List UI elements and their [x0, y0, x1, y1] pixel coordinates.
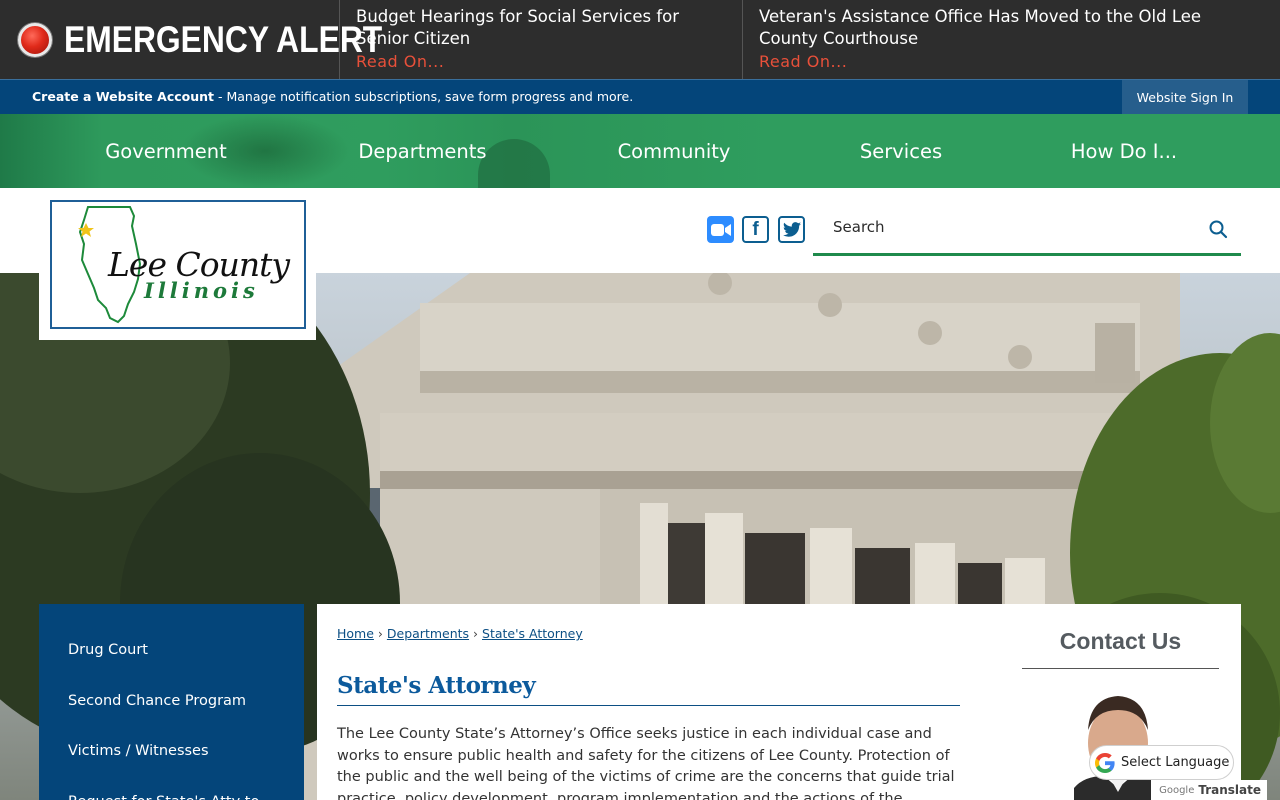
alert-item[interactable]: Veteran's Assistance Office Has Moved to… — [743, 0, 1280, 79]
sidebar-navigation: Drug Court Second Chance Program Victims… — [39, 604, 304, 800]
sidebar-item-drug-court[interactable]: Drug Court — [39, 628, 304, 679]
sidebar-item-second-chance-program[interactable]: Second Chance Program — [39, 679, 304, 730]
main-navigation: Government Departments Community Service… — [0, 114, 1280, 188]
nav-services[interactable]: Services — [845, 114, 957, 188]
website-sign-in-button[interactable]: Website Sign In — [1122, 80, 1248, 114]
nav-how-do-i[interactable]: How Do I... — [1058, 114, 1190, 188]
contact-photo — [1074, 688, 1162, 800]
emergency-alert-heading[interactable]: EMERGENCY ALERT — [0, 0, 382, 79]
county-logo[interactable]: Lee County Illinois — [39, 188, 316, 340]
twitter-bird-icon — [782, 222, 801, 237]
twitter-icon[interactable] — [778, 216, 805, 243]
translate-wordmark: Translate — [1198, 783, 1261, 797]
sidebar-item-request-states-atty[interactable]: Request for State's Atty to — [39, 780, 304, 800]
breadcrumb: Home › Departments › State's Attorney — [337, 626, 583, 641]
breadcrumb-separator: › — [473, 626, 479, 641]
emergency-alert-bar: EMERGENCY ALERT Budget Hearings for Soci… — [0, 0, 1280, 79]
alert-light-icon — [18, 22, 52, 57]
nav-community[interactable]: Community — [600, 114, 748, 188]
account-bar: Create a Website Account - Manage notifi… — [0, 79, 1280, 114]
account-message: Create a Website Account - Manage notifi… — [32, 89, 633, 104]
contact-person-photo — [1074, 696, 1162, 800]
logo-frame: Lee County Illinois — [50, 200, 306, 329]
logo-text-state: Illinois — [144, 278, 259, 303]
powered-by-google-translate: Google Translate — [1151, 780, 1267, 800]
search-icon[interactable] — [1208, 219, 1228, 239]
nav-government[interactable]: Government — [80, 114, 252, 188]
sidebar-item-victims-witnesses[interactable]: Victims / Witnesses — [39, 729, 304, 780]
zoom-icon[interactable] — [707, 216, 734, 243]
contact-us-heading: Contact Us — [1022, 628, 1219, 669]
translate-language-select[interactable]: Select Language — [1089, 745, 1234, 780]
alert-item-title[interactable]: Budget Hearings for Social Services for … — [356, 6, 726, 50]
zoom-camera-icon — [710, 223, 731, 236]
alert-item-title[interactable]: Veteran's Assistance Office Has Moved to… — [759, 6, 1264, 50]
page-title: State's Attorney — [337, 672, 960, 706]
google-g-icon — [1095, 752, 1115, 773]
page-body-text: The Lee County State’s Attorney’s Office… — [337, 726, 955, 800]
account-description: - Manage notification subscriptions, sav… — [214, 89, 634, 104]
search-input[interactable] — [833, 218, 1193, 236]
breadcrumb-separator: › — [377, 626, 383, 641]
breadcrumb-departments[interactable]: Departments — [387, 626, 469, 641]
select-language-label: Select Language — [1121, 755, 1230, 770]
google-wordmark: Google — [1159, 784, 1195, 796]
breadcrumb-states-attorney[interactable]: State's Attorney — [482, 626, 583, 641]
create-account-link[interactable]: Create a Website Account — [32, 89, 214, 104]
breadcrumb-home[interactable]: Home — [337, 626, 374, 641]
site-search — [813, 204, 1241, 256]
nav-departments[interactable]: Departments — [340, 114, 505, 188]
emergency-alert-title: EMERGENCY ALERT — [64, 18, 383, 60]
alert-item[interactable]: Budget Hearings for Social Services for … — [340, 0, 743, 79]
facebook-icon[interactable]: f — [742, 216, 769, 243]
alert-read-on-link[interactable]: Read On... — [759, 50, 847, 73]
